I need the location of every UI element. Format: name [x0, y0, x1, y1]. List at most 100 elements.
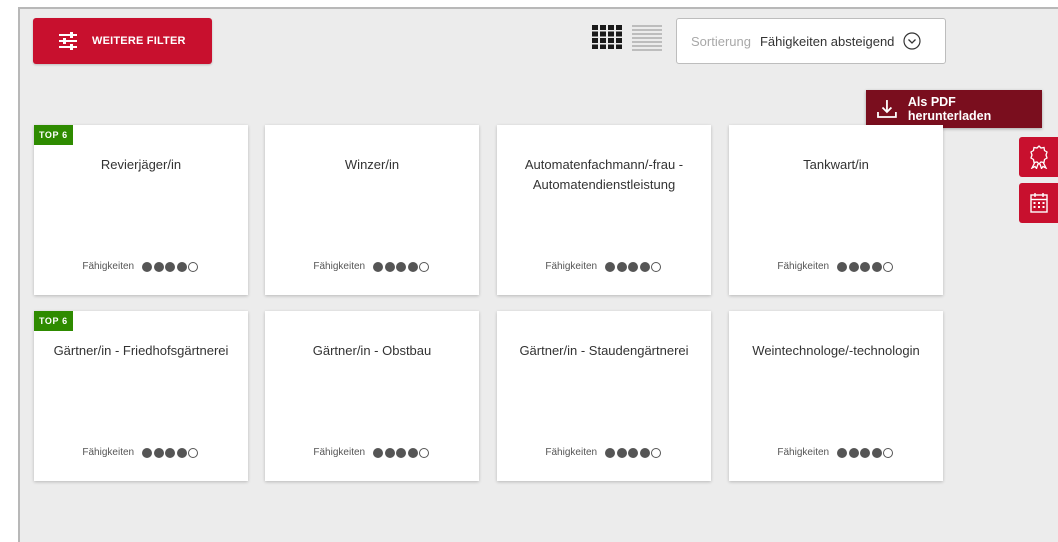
sliders-icon — [59, 32, 77, 50]
rating-dots — [373, 261, 431, 272]
rating-dot-filled — [871, 447, 882, 458]
job-title: Gärtner/in - Friedhofsgärtnerei — [53, 343, 229, 358]
top-badge: TOP 6 — [34, 125, 73, 145]
calendar-icon — [1029, 193, 1048, 213]
grid-view-toggle[interactable] — [592, 25, 622, 49]
rating-dot-empty — [883, 447, 894, 458]
more-filters-button[interactable]: WEITERE FILTER — [33, 18, 212, 64]
download-pdf-button[interactable]: Als PDF herunterladen — [866, 90, 1042, 128]
rating-dot-empty — [883, 261, 894, 272]
rating-dot-filled — [373, 447, 384, 458]
rating-dot-filled — [373, 261, 384, 272]
skills-rating: Fähigkeiten — [34, 447, 248, 458]
rating-dot-filled — [628, 261, 639, 272]
rating-dot-filled — [165, 447, 176, 458]
list-view-toggle[interactable] — [632, 25, 662, 51]
rating-dot-filled — [605, 261, 616, 272]
rating-dot-filled — [639, 261, 650, 272]
job-title: Automatenfachmann/-frau - Automatendiens… — [524, 157, 684, 192]
top-badge: TOP 6 — [34, 311, 73, 331]
rating-dots — [142, 447, 200, 458]
skills-rating: Fähigkeiten — [729, 447, 943, 458]
skills-label: Fähigkeiten — [777, 261, 830, 272]
sort-label: Sortierung — [691, 33, 751, 49]
rating-dot-filled — [628, 447, 639, 458]
skills-label: Fähigkeiten — [313, 447, 366, 458]
skills-rating: Fähigkeiten — [497, 261, 711, 272]
rating-dot-empty — [419, 261, 430, 272]
job-title: Gärtner/in - Obstbau — [312, 343, 432, 358]
job-card[interactable]: Tankwart/in Fähigkeiten — [729, 125, 943, 295]
rating-dot-filled — [837, 261, 848, 272]
rating-dot-empty — [651, 447, 662, 458]
rating-dot-filled — [860, 447, 871, 458]
rating-dot-filled — [384, 447, 395, 458]
rating-dot-filled — [176, 261, 187, 272]
rating-dot-filled — [848, 261, 859, 272]
rating-dot-filled — [616, 261, 627, 272]
rating-dot-filled — [142, 261, 153, 272]
job-card[interactable]: TOP 6 Gärtner/in - Friedhofsgärtnerei Fähi… — [34, 311, 248, 481]
job-card[interactable]: Gärtner/in - Staudengärtnerei Fähigkeiten — [497, 311, 711, 481]
skills-label: Fähigkeiten — [313, 261, 366, 272]
skills-rating: Fähigkeiten — [265, 447, 479, 458]
rating-dot-empty — [188, 447, 199, 458]
rating-dot-filled — [407, 447, 418, 458]
rating-dots — [837, 447, 895, 458]
job-card[interactable]: Automatenfachmann/-frau - Automatendiens… — [497, 125, 711, 295]
rating-dot-filled — [407, 261, 418, 272]
sort-select[interactable]: Sortierung Fähigkeiten absteigend — [676, 18, 946, 64]
calendar-side-button[interactable] — [1019, 183, 1058, 223]
more-filters-label: WEITERE FILTER — [92, 35, 186, 47]
rating-dot-filled — [616, 447, 627, 458]
rating-dots — [605, 447, 663, 458]
rating-dot-empty — [188, 261, 199, 272]
job-card[interactable]: Weintechnologe/-technologin Fähigkeiten — [729, 311, 943, 481]
skills-label: Fähigkeiten — [545, 447, 598, 458]
skills-label: Fähigkeiten — [82, 261, 135, 272]
rating-dot-filled — [142, 447, 153, 458]
job-card[interactable]: TOP 6 Revierjäger/in Fähigkeiten — [34, 125, 248, 295]
rating-dot-filled — [384, 261, 395, 272]
skills-rating: Fähigkeiten — [265, 261, 479, 272]
job-card[interactable]: Winzer/in Fähigkeiten — [265, 125, 479, 295]
list-view-icon — [632, 25, 662, 51]
rating-dots — [142, 261, 200, 272]
rating-dot-empty — [651, 261, 662, 272]
skills-label: Fähigkeiten — [82, 447, 135, 458]
rating-dot-filled — [165, 261, 176, 272]
rating-dot-filled — [396, 261, 407, 272]
skills-label: Fähigkeiten — [777, 447, 830, 458]
job-title: Revierjäger/in — [100, 157, 182, 172]
award-ribbon-icon — [1029, 145, 1048, 169]
download-pdf-label: Als PDF herunterladen — [907, 95, 992, 123]
job-title: Tankwart/in — [803, 157, 869, 172]
rating-dot-filled — [860, 261, 871, 272]
sort-value: Fähigkeiten absteigend — [759, 33, 895, 49]
rating-dot-filled — [176, 447, 187, 458]
rating-dot-empty — [419, 447, 430, 458]
rating-dots — [605, 261, 663, 272]
rating-dot-filled — [837, 447, 848, 458]
job-title: Weintechnologe/-technologin — [752, 343, 920, 358]
rating-dot-filled — [153, 447, 164, 458]
rating-dots — [373, 447, 431, 458]
job-title: Winzer/in — [344, 157, 400, 172]
skills-rating: Fähigkeiten — [497, 447, 711, 458]
download-icon — [877, 100, 897, 118]
rating-dot-filled — [605, 447, 616, 458]
job-card[interactable]: Gärtner/in - Obstbau Fähigkeiten — [265, 311, 479, 481]
job-title: Gärtner/in - Staudengärtnerei — [519, 343, 689, 358]
rating-dot-filled — [396, 447, 407, 458]
awards-side-button[interactable] — [1019, 137, 1058, 177]
rating-dot-filled — [871, 261, 882, 272]
rating-dot-filled — [153, 261, 164, 272]
rating-dot-filled — [848, 447, 859, 458]
grid-view-icon — [592, 25, 622, 49]
rating-dot-filled — [639, 447, 650, 458]
chevron-down-circle-icon — [903, 32, 922, 50]
skills-rating: Fähigkeiten — [34, 261, 248, 272]
skills-rating: Fähigkeiten — [729, 261, 943, 272]
rating-dots — [837, 261, 895, 272]
skills-label: Fähigkeiten — [545, 261, 598, 272]
